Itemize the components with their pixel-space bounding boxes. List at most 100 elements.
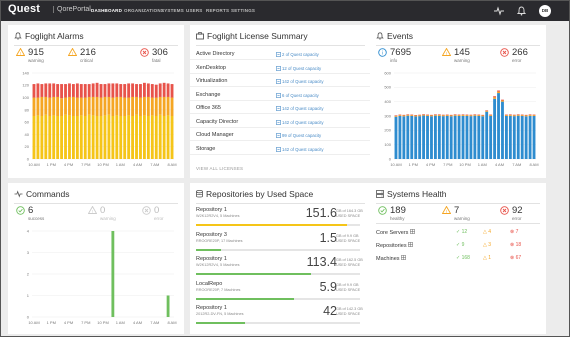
chart-bar-segment[interactable] — [71, 96, 75, 116]
nav-systems[interactable]: SYSTEMS — [161, 8, 184, 13]
chart-bar-segment[interactable] — [485, 111, 489, 159]
chart-bar-segment[interactable] — [75, 97, 79, 116]
chart-bar-segment[interactable] — [465, 115, 469, 116]
nav-organizations[interactable]: ORGANIZATIONS — [124, 8, 164, 13]
chart-bar-segment[interactable] — [524, 115, 528, 117]
chart-bar-segment[interactable] — [504, 116, 508, 159]
chart-bar-segment[interactable] — [40, 116, 44, 159]
chart-bar-segment[interactable] — [477, 114, 481, 116]
chart-bar-segment[interactable] — [64, 97, 67, 115]
chart-bar-segment[interactable] — [473, 115, 477, 159]
chart-bar-segment[interactable] — [457, 115, 461, 116]
chart-bar-segment[interactable] — [493, 97, 497, 99]
chart-bar-segment[interactable] — [36, 83, 40, 98]
chart-bar-segment[interactable] — [516, 115, 520, 159]
chart-bar-segment[interactable] — [489, 116, 493, 159]
repository-item[interactable]: Repository 3 RROORE20P, 17 Machines 1.5 GB … — [196, 231, 365, 254]
chart-bar-segment[interactable] — [402, 114, 406, 116]
health-error-count[interactable]: ⊗ 7 — [510, 229, 518, 235]
chart-bar-segment[interactable] — [83, 84, 87, 98]
license-row[interactable]: XenDesktop 12 of Quest capacity — [190, 63, 371, 74]
health-row[interactable]: Repositories ✓ 9 △ 3 ⊗ 18 — [370, 240, 546, 251]
chart-bar-segment[interactable] — [52, 83, 56, 97]
chart-bar-segment[interactable] — [504, 114, 508, 116]
chart-bar-segment[interactable] — [394, 115, 398, 117]
chart-bar-segment[interactable] — [111, 97, 115, 116]
chart-bar-segment[interactable] — [166, 96, 170, 116]
chart-bar-segment[interactable] — [139, 116, 142, 159]
chart-bar-segment[interactable] — [520, 116, 524, 159]
chart-bar-segment[interactable] — [481, 114, 485, 116]
chart-bar-segment[interactable] — [481, 116, 485, 159]
license-row[interactable]: Cloud Manager 99 of Quest capacity — [190, 130, 371, 141]
chart-bar-segment[interactable] — [512, 116, 516, 159]
chart-bar-segment[interactable] — [64, 84, 67, 98]
license-capacity[interactable]: 142 of Quest capacity — [276, 120, 324, 125]
chart-bar-segment[interactable] — [532, 116, 536, 159]
chart-bar-segment[interactable] — [103, 84, 107, 97]
chart-bar-segment[interactable] — [170, 97, 174, 116]
chart-bar-segment[interactable] — [146, 96, 150, 116]
chart-bar-segment[interactable] — [32, 84, 36, 98]
license-capacity[interactable]: 2 of Quest capacity — [276, 52, 319, 57]
chart-bar-segment[interactable] — [426, 114, 429, 116]
chart-bar-segment[interactable] — [398, 115, 402, 116]
chart-bar-segment[interactable] — [135, 114, 138, 159]
health-healthy-count[interactable]: ✓ 9 — [456, 242, 464, 248]
chart-bar-segment[interactable] — [48, 116, 52, 159]
chart-bar-segment[interactable] — [394, 116, 398, 159]
chart-bar-segment[interactable] — [154, 97, 158, 116]
chart-bar-segment[interactable] — [56, 84, 60, 97]
chart-bar-segment[interactable] — [501, 99, 504, 101]
chart-bar-segment[interactable] — [119, 116, 123, 159]
license-row[interactable]: Exchange 6 of Quest capacity — [190, 90, 371, 101]
chart-bar-segment[interactable] — [402, 115, 406, 117]
chart-bar-segment[interactable] — [99, 116, 103, 159]
license-capacity[interactable]: 6 of Quest capacity — [276, 93, 319, 98]
chart-bar-segment[interactable] — [99, 84, 103, 98]
chart-bar-segment[interactable] — [406, 114, 410, 115]
chart-bar-segment[interactable] — [433, 115, 437, 159]
bell-icon[interactable] — [517, 6, 526, 16]
chart-bar-segment[interactable] — [131, 96, 135, 116]
chart-bar-segment[interactable] — [127, 97, 131, 116]
chart-bar-segment[interactable] — [508, 115, 512, 159]
chart-bar-segment[interactable] — [68, 83, 71, 97]
chart-bar-segment[interactable] — [107, 83, 111, 97]
chart-bar-segment[interactable] — [504, 115, 508, 116]
chart-bar-segment[interactable] — [528, 115, 532, 159]
chart-bar-segment[interactable] — [469, 115, 473, 117]
chart-bar-segment[interactable] — [135, 84, 138, 97]
chart-bar-segment[interactable] — [441, 114, 445, 116]
health-row[interactable]: Machines ✓ 168 △ 1 ⊗ 67 — [370, 253, 546, 264]
chart-bar-segment[interactable] — [414, 114, 418, 116]
chart-bar-segment[interactable] — [60, 116, 64, 159]
health-healthy-count[interactable]: ✓ 168 — [456, 255, 470, 261]
chart-bar-segment[interactable] — [154, 84, 158, 98]
chart-bar-segment[interactable] — [119, 96, 123, 116]
chart-bar-segment[interactable] — [406, 114, 410, 116]
chart-bar-segment[interactable] — [142, 96, 146, 116]
chart-bar-segment[interactable] — [123, 84, 127, 98]
health-error-count[interactable]: ⊗ 67 — [510, 255, 521, 261]
chart-bar-segment[interactable] — [32, 116, 36, 159]
chart-bar-segment[interactable] — [166, 295, 170, 318]
chart-bar-segment[interactable] — [457, 114, 461, 116]
nav-dashboard[interactable]: DASHBOARD — [91, 8, 122, 13]
chart-bar-segment[interactable] — [95, 82, 99, 97]
chart-bar-segment[interactable] — [131, 83, 135, 97]
chart-bar-segment[interactable] — [158, 83, 162, 97]
chart-bar-segment[interactable] — [40, 84, 44, 97]
license-row[interactable]: Storage 142 of Quest capacity — [190, 144, 371, 155]
chart-bar-segment[interactable] — [394, 115, 398, 116]
chart-bar-segment[interactable] — [465, 114, 469, 116]
license-row[interactable]: Office 365 142 of Quest capacity — [190, 103, 371, 114]
chart-bar-segment[interactable] — [139, 97, 142, 116]
chart-bar-segment[interactable] — [433, 114, 437, 116]
chart-bar-segment[interactable] — [410, 115, 414, 116]
chart-bar-segment[interactable] — [162, 116, 166, 159]
chart-bar-segment[interactable] — [410, 116, 414, 159]
nav-users[interactable]: USERS — [186, 8, 203, 13]
chart-bar-segment[interactable] — [441, 115, 445, 117]
chart-bar-segment[interactable] — [68, 96, 71, 116]
